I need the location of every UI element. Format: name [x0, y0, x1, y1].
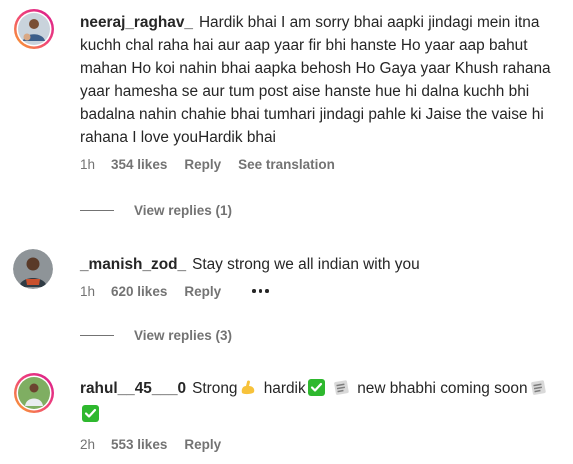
- comment-body: rahul__45___0 Strong hardik new bhabhi co…: [80, 377, 565, 453]
- view-replies-label: View replies (1): [134, 203, 233, 218]
- comment-username[interactable]: _manish_zod_: [80, 256, 186, 273]
- avatar-story-ring-icon: [14, 373, 54, 413]
- comment-meta: 1h 620 likes Reply: [80, 282, 565, 300]
- more-options-icon[interactable]: [252, 289, 269, 293]
- comment-text-part: new bhabhi coming soon: [357, 380, 528, 397]
- like-count[interactable]: 553 likes: [111, 437, 167, 452]
- check-mark-button-icon: [82, 405, 99, 429]
- reply-button[interactable]: Reply: [184, 284, 221, 299]
- flexed-biceps-icon: [239, 378, 257, 403]
- view-replies-label: View replies (3): [134, 328, 233, 343]
- reply-button[interactable]: Reply: [184, 157, 221, 172]
- comment-time: 1h: [80, 283, 96, 299]
- comment-meta: 1h 354 likes Reply See translation: [80, 155, 565, 173]
- comment-text-block: rahul__45___0 Strong hardik new bhabhi co…: [80, 377, 565, 429]
- comment-body: neeraj_raghav_ Hardik bhai I am sorry bha…: [80, 11, 565, 173]
- comment-username[interactable]: rahul__45___0: [80, 380, 186, 397]
- comment-text: Hardik bhai I am sorry bhai aapki jindag…: [80, 14, 551, 146]
- comment-username[interactable]: neeraj_raghav_: [80, 14, 193, 31]
- comment-text: Stay strong we all indian with you: [192, 256, 420, 273]
- comment-time: 2h: [80, 436, 96, 452]
- newspaper-icon: [530, 379, 548, 403]
- replies-divider-line: [80, 210, 114, 211]
- comment-text-block: _manish_zod_ Stay strong we all indian wi…: [80, 253, 565, 276]
- comment-body: _manish_zod_ Stay strong we all indian wi…: [80, 253, 565, 300]
- reply-button[interactable]: Reply: [184, 437, 221, 452]
- check-mark-button-icon: [307, 379, 325, 403]
- like-count[interactable]: 354 likes: [111, 157, 167, 172]
- comment-text-part: hardik: [263, 380, 306, 397]
- avatar[interactable]: [13, 8, 55, 50]
- avatar-story-ring-icon: [14, 9, 54, 49]
- comment-text-part: Strong: [192, 380, 238, 397]
- view-replies-button[interactable]: View replies (3): [80, 328, 232, 343]
- replies-divider-line: [80, 335, 114, 336]
- avatar-photo-icon: [13, 249, 53, 289]
- avatar[interactable]: [13, 372, 55, 414]
- avatar[interactable]: [13, 249, 53, 289]
- comment-text-block: neeraj_raghav_ Hardik bhai I am sorry bha…: [80, 11, 565, 149]
- comment-meta: 2h 553 likes Reply: [80, 435, 565, 453]
- view-replies-button[interactable]: View replies (1): [80, 203, 232, 218]
- like-count[interactable]: 620 likes: [111, 284, 167, 299]
- newspaper-icon: [333, 379, 351, 403]
- see-translation-button[interactable]: See translation: [238, 157, 335, 172]
- comment-time: 1h: [80, 156, 96, 172]
